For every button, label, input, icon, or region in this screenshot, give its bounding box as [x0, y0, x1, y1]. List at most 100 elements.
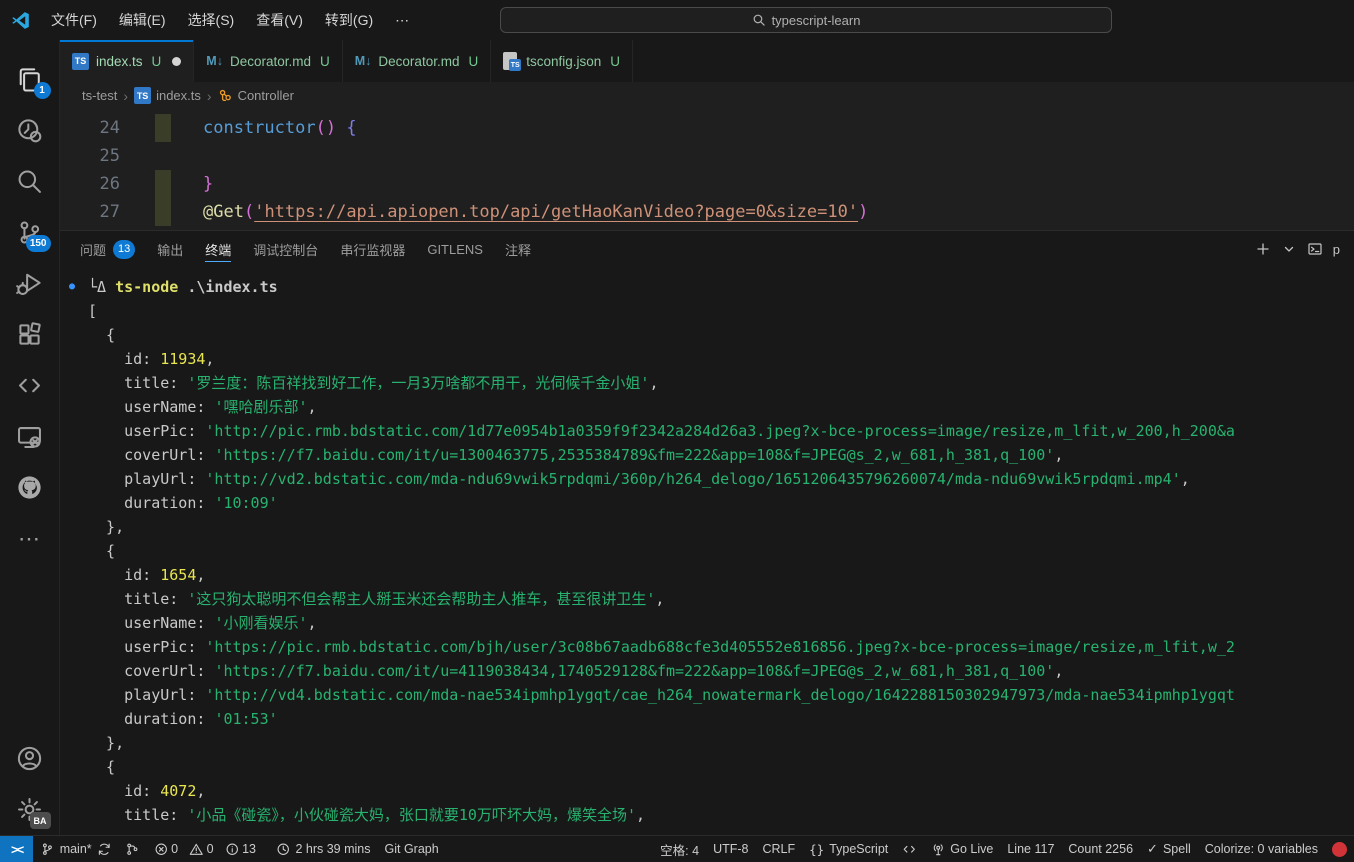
- activity-item-remote-explorer[interactable]: [6, 411, 54, 462]
- tab-git-status: U: [468, 54, 478, 69]
- terminal-token: },: [88, 518, 124, 536]
- code-editor[interactable]: 24constructor() {2526}27@Get('https://ap…: [60, 109, 1354, 230]
- line-number: 26: [60, 170, 120, 198]
- terminal-line-11: {: [88, 539, 1354, 563]
- tab-index-ts-0[interactable]: TSindex.tsU: [60, 40, 194, 82]
- status-time-tracker[interactable]: 2 hrs 39 mins: [269, 836, 378, 862]
- status-colorize[interactable]: Colorize: 0 variables: [1198, 836, 1325, 862]
- terminal-token: duration:: [88, 710, 214, 728]
- line-number: 27: [60, 198, 120, 226]
- terminal-token: 'http://vd2.bdstatic.com/mda-ndu69vwik5r…: [205, 470, 1180, 488]
- tab-Decorator-md-1[interactable]: M↓Decorator.mdU: [194, 40, 342, 82]
- tab-tsconfig-json-3[interactable]: TStsconfig.jsonU: [491, 40, 633, 82]
- terminal-line-17: playUrl: 'http://vd4.bdstatic.com/mda-na…: [88, 683, 1354, 707]
- terminal-token: '小品《碰瓷》，小伙碰瓷大妈，张口就要10万吓坏大妈，爆笑全场': [187, 806, 636, 824]
- status-eol[interactable]: CRLF: [755, 836, 802, 862]
- menu-item-0[interactable]: 文件(F): [40, 7, 108, 33]
- status-git-graph[interactable]: Git Graph: [378, 836, 446, 862]
- terminal-dropdown-chevron-icon[interactable]: [1281, 241, 1297, 257]
- activity-item-more[interactable]: ⋯: [6, 513, 54, 564]
- tab-Decorator-md-2[interactable]: M↓Decorator.mdU: [343, 40, 491, 82]
- title-bar: 文件(F)编辑(E)选择(S)查看(V)转到(G)⋯ typescript-le…: [0, 0, 1354, 40]
- terminal-token: ,: [196, 566, 205, 584]
- markdown-icon: M↓: [355, 54, 372, 68]
- terminal-token: ,: [1054, 446, 1063, 464]
- terminal-output[interactable]: ●└Δ ts-node .\index.ts[ { id: 11934, tit…: [60, 267, 1354, 835]
- panel-tab-2[interactable]: 终端: [205, 231, 231, 267]
- terminal-token: '小刚看娱乐': [214, 614, 307, 632]
- terminal-token: 4072: [160, 782, 196, 800]
- gutter-change-indicator: [155, 198, 171, 226]
- activity-item-preview-tool[interactable]: [6, 105, 54, 156]
- terminal-token: ,: [1181, 470, 1190, 488]
- vscode-window: 文件(F)编辑(E)选择(S)查看(V)转到(G)⋯ typescript-le…: [0, 0, 1354, 862]
- panel-tab-label: 问题: [80, 240, 106, 259]
- menu-item-3[interactable]: 查看(V): [245, 7, 314, 33]
- status-code-action[interactable]: [895, 836, 924, 862]
- code-token: constructor: [203, 118, 316, 138]
- breadcrumb-item-1[interactable]: TSindex.ts: [134, 87, 201, 104]
- activity-badge-explorer: 1: [34, 82, 51, 99]
- menu-item-1[interactable]: 编辑(E): [108, 7, 177, 33]
- terminal-shell-icon[interactable]: [1307, 241, 1323, 257]
- new-terminal-button[interactable]: [1255, 241, 1271, 257]
- activity-item-source-control[interactable]: 150: [6, 207, 54, 258]
- terminal-token: id:: [88, 566, 160, 584]
- activity-badge-settings: BA: [30, 812, 51, 829]
- panel-tab-4[interactable]: 串行监视器: [340, 231, 405, 267]
- terminal-line-20: {: [88, 755, 1354, 779]
- status-notification[interactable]: [1325, 836, 1354, 862]
- activity-item-explorer[interactable]: 1: [6, 54, 54, 105]
- status-go-live[interactable]: Go Live: [924, 836, 1001, 862]
- status-commit-graph[interactable]: [118, 836, 147, 862]
- status-label: CRLF: [762, 842, 795, 856]
- tab-git-status: U: [152, 54, 162, 69]
- breadcrumb-item-0[interactable]: ts-test: [82, 88, 117, 103]
- menu-item-2[interactable]: 选择(S): [177, 7, 246, 33]
- activity-item-extensions[interactable]: [6, 309, 54, 360]
- activity-item-search[interactable]: [6, 156, 54, 207]
- status-indentation[interactable]: 空格: 4: [653, 836, 706, 862]
- status-problems[interactable]: 0013: [147, 836, 269, 862]
- activity-item-run-debug[interactable]: [6, 258, 54, 309]
- activity-item-github[interactable]: [6, 462, 54, 513]
- panel-tab-label: 终端: [205, 240, 231, 259]
- code-line-24: 24constructor() {: [60, 114, 1354, 142]
- terminal-token: ,: [308, 398, 317, 416]
- status-label: Git Graph: [385, 842, 439, 856]
- activity-item-account[interactable]: [6, 733, 54, 784]
- panel-tab-3[interactable]: 调试控制台: [253, 231, 318, 267]
- run-debug-icon: [16, 270, 43, 297]
- panel-tab-label: GITLENS: [427, 242, 483, 257]
- tsconfig-icon: TS: [503, 52, 519, 70]
- status-language-mode[interactable]: {}TypeScript: [802, 836, 895, 862]
- line-number: 24: [60, 114, 120, 142]
- status-git-branch[interactable]: main*: [33, 836, 118, 862]
- status-encoding[interactable]: UTF-8: [706, 836, 755, 862]
- panel-tab-0[interactable]: 问题13: [80, 231, 135, 267]
- ts-file-icon: TS: [72, 53, 89, 70]
- activity-item-code-tool[interactable]: [6, 360, 54, 411]
- status-count-indicator[interactable]: Count 2256: [1061, 836, 1140, 862]
- breadcrumb-item-2[interactable]: Controller: [218, 88, 294, 103]
- terminal-line-14: userName: '小刚看娱乐',: [88, 611, 1354, 635]
- panel-tab-1[interactable]: 输出: [157, 231, 183, 267]
- terminal-token: ,: [205, 350, 214, 368]
- terminal-line-7: coverUrl: 'https://f7.baidu.com/it/u=130…: [88, 443, 1354, 467]
- panel-tab-6[interactable]: 注释: [505, 231, 531, 267]
- panel-tab-5[interactable]: GITLENS: [427, 231, 483, 267]
- terminal-token: userName:: [88, 614, 214, 632]
- status-spell-checker[interactable]: ✓Spell: [1140, 836, 1198, 862]
- command-center-search[interactable]: typescript-learn: [500, 7, 1112, 33]
- status-remote[interactable]: ><: [0, 836, 33, 862]
- gutter-change-indicator: [155, 114, 171, 142]
- breadcrumb-separator: ›: [123, 88, 128, 104]
- menu-item-4[interactable]: 转到(G): [314, 7, 384, 33]
- activity-item-settings[interactable]: BA: [6, 784, 54, 835]
- terminal-token: id:: [88, 782, 160, 800]
- menu-item-5[interactable]: ⋯: [384, 7, 420, 33]
- terminal-token: coverUrl:: [88, 662, 214, 680]
- terminal-line-12: id: 1654,: [88, 563, 1354, 587]
- tab-git-status: U: [610, 54, 620, 69]
- status-line-indicator[interactable]: Line 117: [1000, 836, 1061, 862]
